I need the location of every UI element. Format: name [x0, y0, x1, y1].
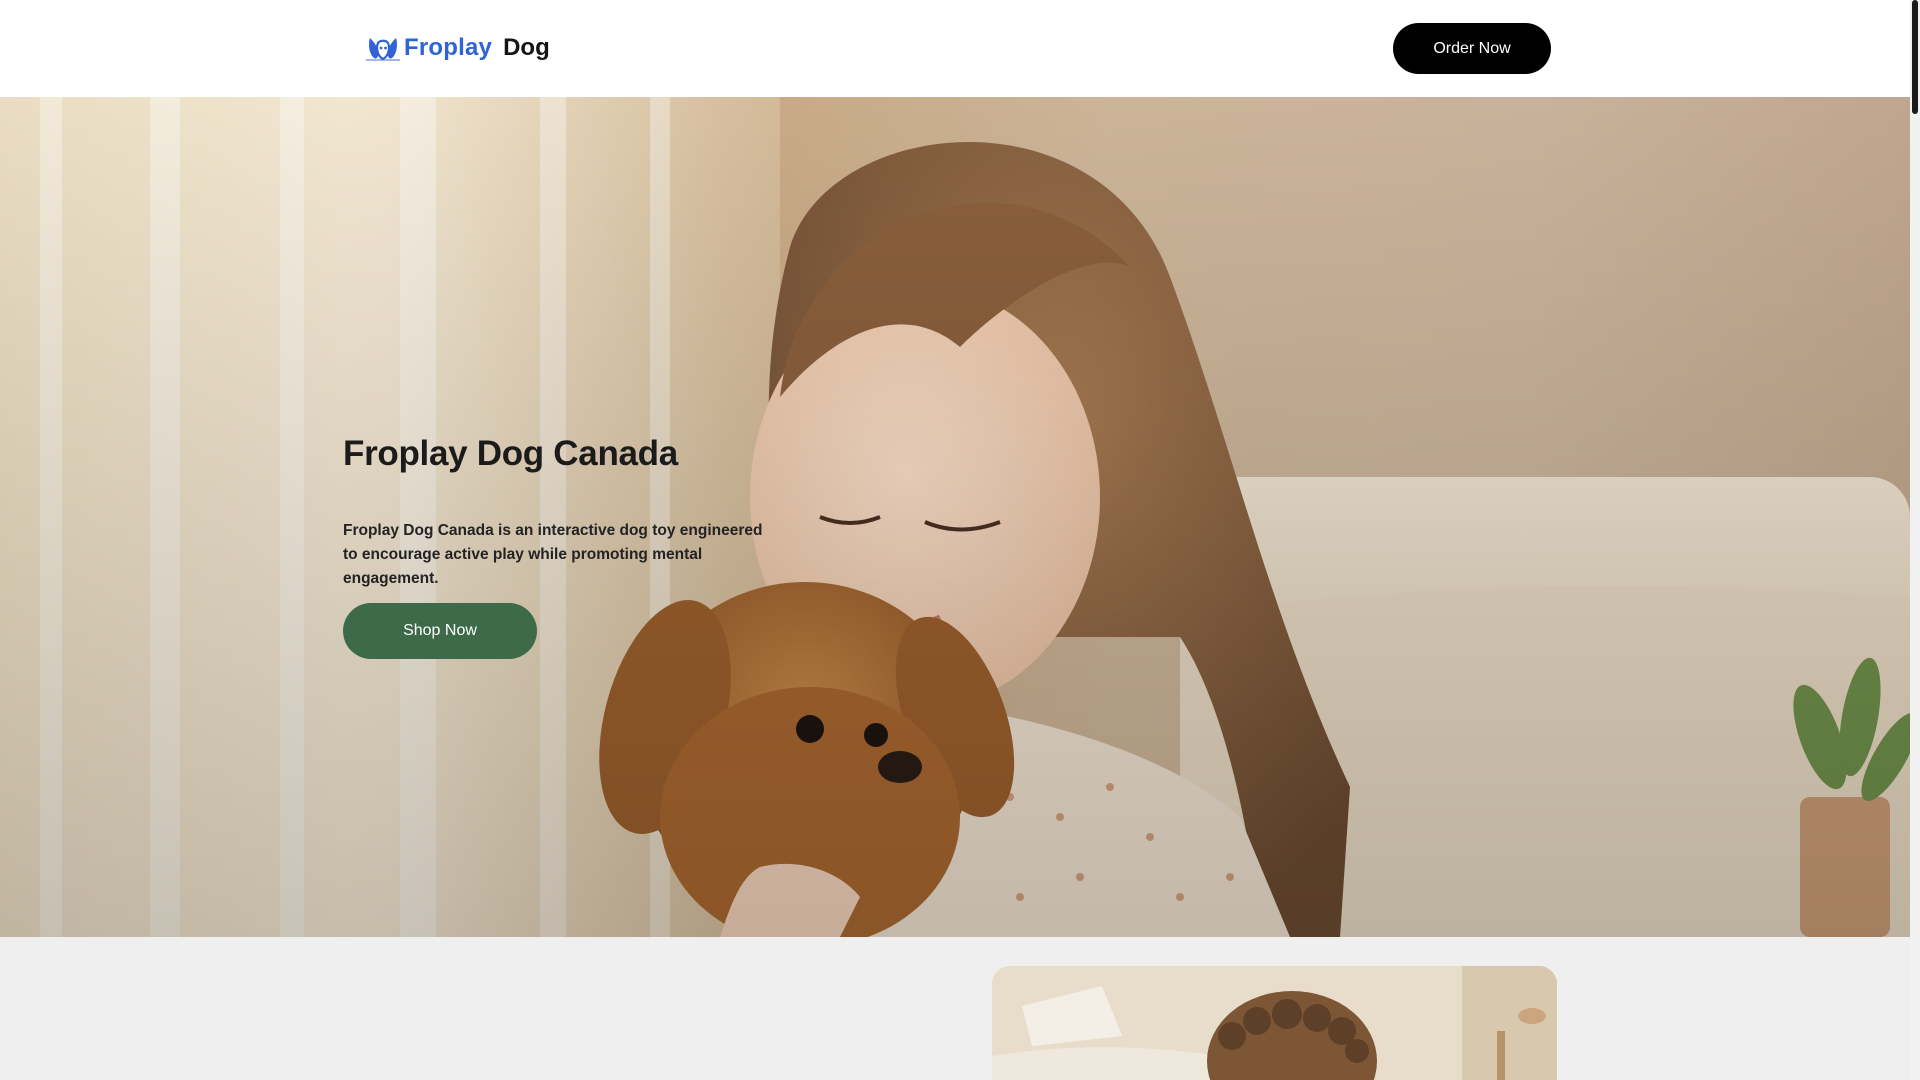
- page-scrollbar[interactable]: [1910, 0, 1920, 1080]
- order-now-button[interactable]: Order Now: [1393, 23, 1551, 74]
- brand-name-primary: Froplay: [404, 34, 493, 61]
- hero-description: Froplay Dog Canada is an interactive dog…: [343, 522, 763, 587]
- shop-now-button[interactable]: Shop Now: [343, 603, 537, 659]
- hero-background-image: [0, 97, 1910, 937]
- hero-title: Froplay Dog Canada: [343, 434, 678, 473]
- froplay-dog-logo-icon: [366, 38, 400, 61]
- brand-name-secondary: Dog: [503, 34, 550, 61]
- brand-logo[interactable]: Froplay Dog: [366, 34, 550, 62]
- feature-image-art: [992, 966, 1557, 1080]
- landing-page: Froplay Dog Order Now Froplay Dog Canada…: [0, 0, 1920, 1080]
- feature-image: [992, 966, 1557, 1080]
- hero-section: Froplay Dog Canada Froplay Dog Canada is…: [0, 97, 1910, 937]
- scrollbar-thumb[interactable]: [1912, 0, 1918, 114]
- features-section: [0, 937, 1910, 1080]
- site-header: Froplay Dog Order Now: [0, 0, 1910, 97]
